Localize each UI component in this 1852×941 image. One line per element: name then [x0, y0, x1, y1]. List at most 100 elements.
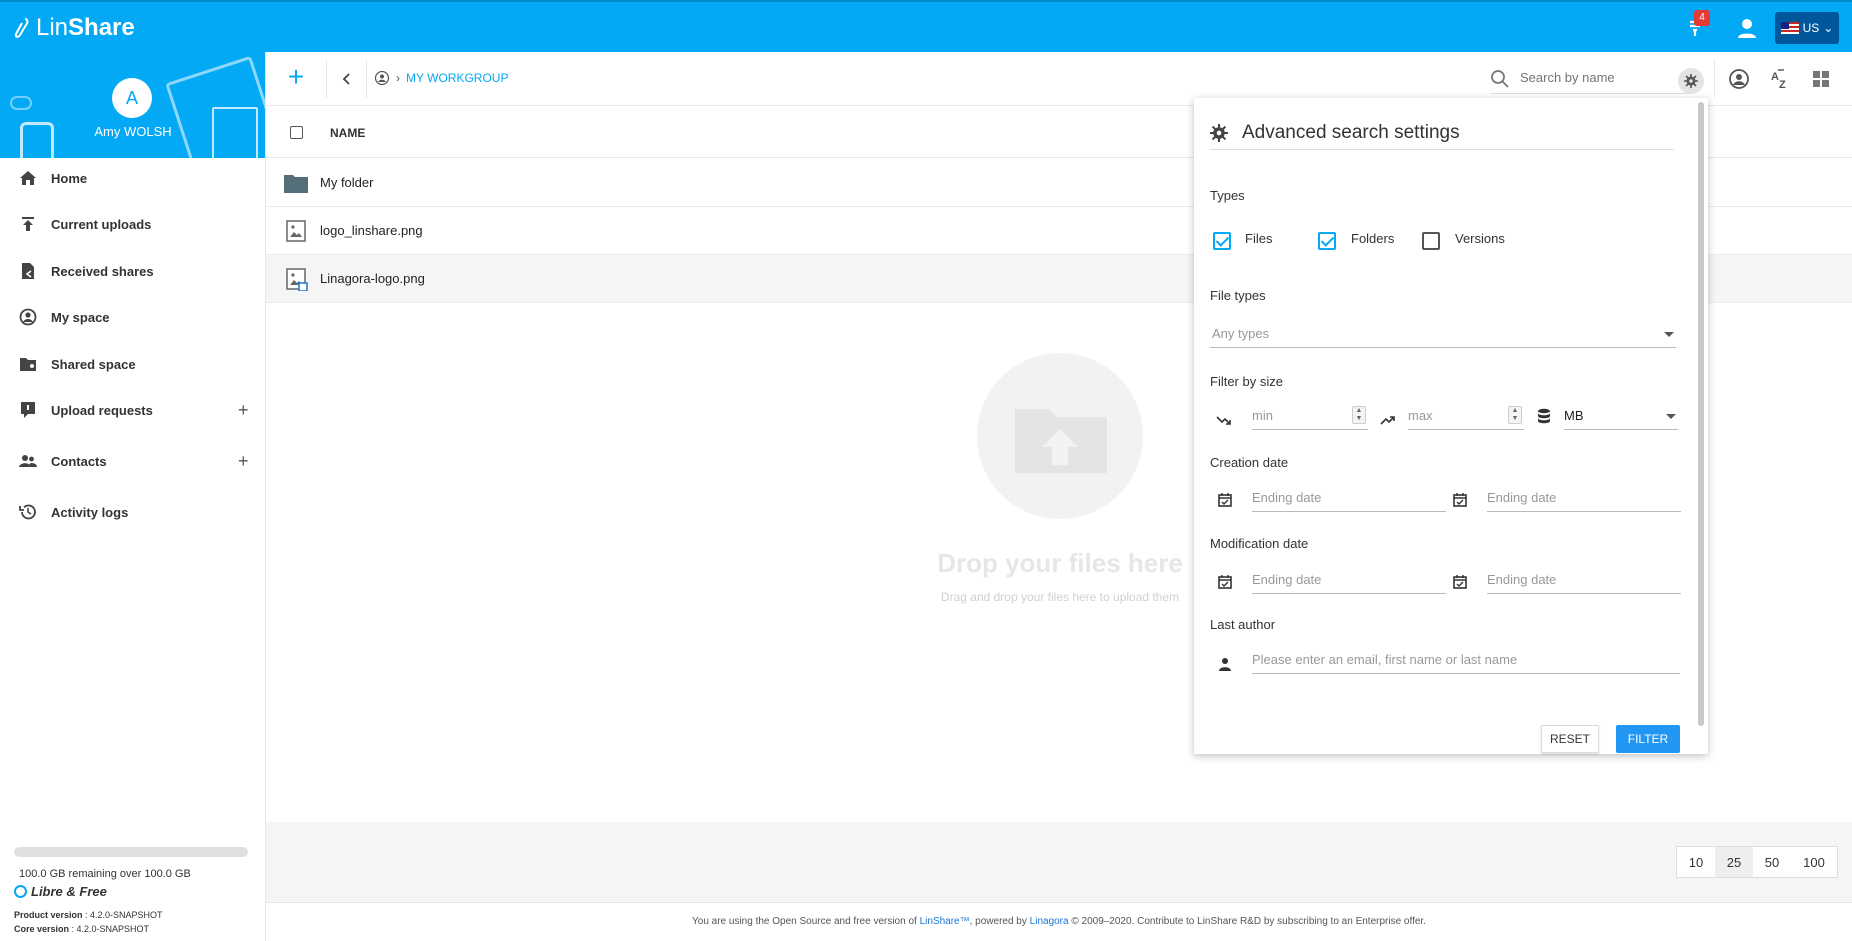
sidebar-item-label: Shared space	[51, 356, 136, 372]
sidebar-item-contacts[interactable]: Contacts +	[0, 441, 266, 481]
files-checkbox[interactable]	[1213, 232, 1231, 250]
add-button[interactable]: +	[282, 63, 310, 92]
cloud-decoration	[10, 96, 32, 110]
calendar-check-icon[interactable]	[1217, 574, 1233, 590]
file-types-label: File types	[1210, 288, 1266, 303]
linshare-link[interactable]: LinShare™	[920, 916, 970, 927]
calendar-check-icon[interactable]	[1452, 492, 1468, 508]
row-name[interactable]: My folder	[320, 175, 373, 190]
linagora-link[interactable]: Linagora	[1030, 916, 1069, 927]
footer-text: You are using the Open Source and free v…	[692, 916, 920, 927]
sidebar-item-label: Home	[51, 170, 88, 186]
quota-progress-bar	[14, 847, 248, 857]
libre-free-badge: Libre & Free	[14, 884, 107, 899]
upload-folder-icon	[1015, 409, 1107, 473]
workgroup-icon[interactable]	[374, 71, 390, 85]
folders-checkbox[interactable]	[1318, 232, 1336, 250]
chevron-down-icon	[1666, 414, 1676, 419]
drop-zone-subtitle: Drag and drop your files here to upload …	[940, 590, 1180, 604]
gear-icon	[1684, 74, 1698, 88]
search-input[interactable]	[1520, 70, 1680, 85]
divider	[326, 60, 327, 98]
divider	[1714, 60, 1715, 98]
sidebar-item-received-shares[interactable]: Received shares	[0, 251, 266, 291]
sidebar-item-label: My space	[51, 309, 110, 325]
last-author-input[interactable]: Please enter an email, first name or las…	[1252, 648, 1680, 674]
core-version: Core version : 4.2.0-SNAPSHOT	[14, 924, 149, 934]
sidebar-item-current-uploads[interactable]: Current uploads	[0, 204, 266, 244]
breadcrumb-current[interactable]: MY WORKGROUP	[406, 71, 508, 85]
drop-zone-title: Drop your files here	[937, 548, 1183, 578]
creation-end-date-input[interactable]: Ending date	[1487, 486, 1681, 512]
creation-start-placeholder: Ending date	[1252, 490, 1322, 505]
file-types-select[interactable]: Any types	[1210, 322, 1676, 348]
sidebar-item-upload-requests[interactable]: Upload requests +	[0, 390, 266, 430]
size-max-input[interactable]: max ▲ ▼	[1408, 404, 1524, 430]
calendar-check-icon[interactable]	[1217, 492, 1233, 508]
top-bar: Lin Share 4 US ⌄	[0, 0, 1852, 52]
sort-az-icon[interactable]: AZ	[1770, 68, 1792, 90]
chevron-down-icon	[1664, 332, 1674, 337]
user-name: Amy WOLSH	[94, 124, 172, 139]
shared-space-icon	[20, 358, 36, 371]
panel-scrollbar[interactable]	[1698, 102, 1704, 726]
avatar[interactable]: A	[112, 78, 152, 118]
sidebar-item-home[interactable]: Home	[0, 158, 266, 198]
row-name[interactable]: Linagora-logo.png	[320, 271, 425, 286]
history-icon	[19, 504, 36, 520]
sidebar-item-label: Activity logs	[51, 504, 129, 520]
advanced-search-panel: Advanced search settings Types Files Fol…	[1194, 98, 1708, 754]
size-min-placeholder: min	[1252, 408, 1273, 423]
divider	[366, 60, 367, 98]
members-icon[interactable]	[1728, 68, 1750, 90]
folder-icon	[284, 175, 308, 193]
reset-button[interactable]: RESET	[1541, 725, 1599, 753]
back-arrow-icon[interactable]	[338, 70, 356, 88]
sidebar-item-my-space[interactable]: My space	[0, 297, 266, 337]
us-flag-icon	[1780, 22, 1799, 34]
add-contact-button[interactable]: +	[238, 451, 249, 472]
search-box[interactable]	[1490, 66, 1690, 94]
modification-end-date-input[interactable]: Ending date	[1487, 568, 1681, 594]
page-size-option[interactable]: 50	[1753, 847, 1791, 877]
add-upload-request-button[interactable]: +	[238, 400, 249, 421]
calendar-check-icon[interactable]	[1452, 574, 1468, 590]
versions-checkbox[interactable]	[1422, 232, 1440, 250]
size-unit-select[interactable]: MB	[1564, 404, 1678, 430]
footer: You are using the Open Source and free v…	[266, 902, 1852, 941]
page-size-option-selected[interactable]: 25	[1715, 847, 1753, 877]
size-min-stepper[interactable]: ▲ ▼	[1352, 406, 1366, 424]
sidebar-item-label: Contacts	[51, 453, 107, 469]
filter-by-size-label: Filter by size	[1210, 374, 1283, 389]
creation-start-date-input[interactable]: Ending date	[1252, 486, 1446, 512]
product-version-label: Product version	[14, 910, 83, 920]
size-max-placeholder: max	[1408, 408, 1433, 423]
linshare-logo[interactable]: Lin Share	[14, 14, 135, 42]
language-selector[interactable]: US ⌄	[1775, 12, 1839, 44]
user-menu-icon[interactable]	[1736, 17, 1758, 39]
advanced-search-button[interactable]	[1678, 68, 1704, 94]
filter-button[interactable]: FILTER	[1616, 725, 1680, 753]
breadcrumb: › MY WORKGROUP	[374, 71, 508, 85]
modification-start-date-input[interactable]: Ending date	[1252, 568, 1446, 594]
quota-text: 100.0 GB remaining over 100.0 GB	[19, 868, 191, 880]
panel-title: Advanced search settings	[1242, 122, 1460, 143]
database-icon	[1538, 408, 1550, 424]
column-header-name[interactable]: NAME	[330, 126, 365, 140]
linshare-circle-icon	[14, 885, 27, 898]
pagination-bar	[266, 822, 1852, 902]
size-max-stepper[interactable]: ▲ ▼	[1508, 406, 1522, 424]
select-all-checkbox[interactable]	[290, 126, 303, 139]
row-name[interactable]: logo_linshare.png	[320, 223, 423, 238]
sidebar-item-shared-space[interactable]: Shared space	[0, 344, 266, 384]
core-version-label: Core version	[14, 924, 70, 934]
size-min-input[interactable]: min ▲ ▼	[1252, 404, 1368, 430]
page-size-option[interactable]: 100	[1791, 847, 1837, 877]
language-label: US	[1802, 21, 1820, 35]
sidebar-item-activity-logs[interactable]: Activity logs	[0, 492, 266, 532]
page-size-option[interactable]: 10	[1677, 847, 1715, 877]
grid-view-icon[interactable]	[1810, 68, 1832, 90]
upload-request-icon	[21, 402, 35, 418]
received-shares-icon	[22, 263, 34, 279]
last-author-label: Last author	[1210, 617, 1276, 632]
